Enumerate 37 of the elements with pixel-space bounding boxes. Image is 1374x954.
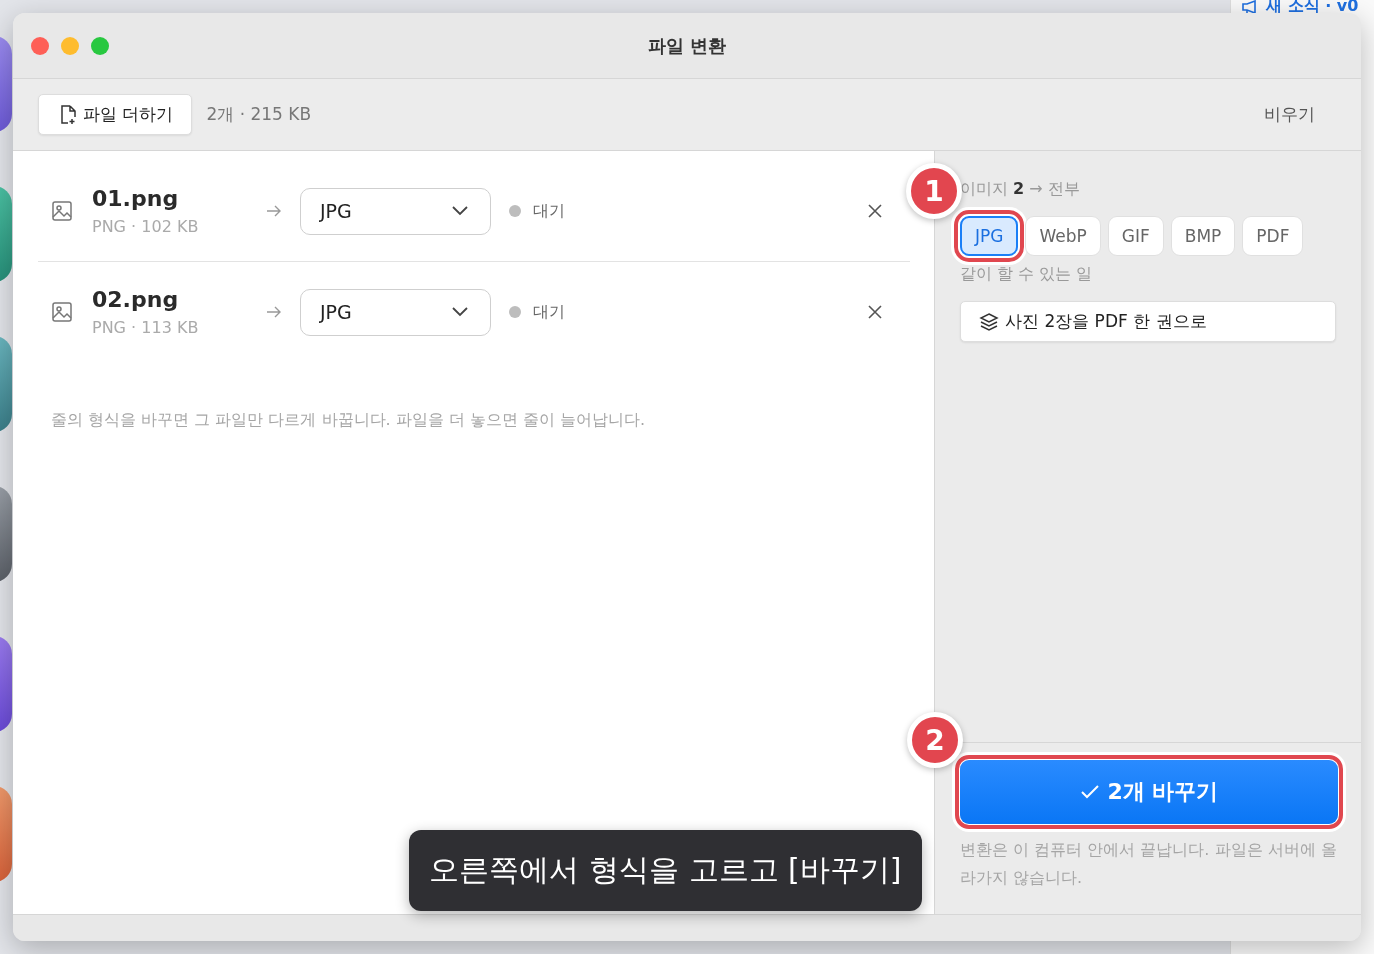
close-icon[interactable]	[866, 303, 884, 321]
add-file-button[interactable]: 파일 더하기	[38, 94, 193, 135]
close-icon[interactable]	[866, 202, 884, 220]
close-window-icon[interactable]	[31, 36, 49, 55]
chevron-down-icon	[452, 307, 468, 317]
status-label: 대기	[533, 200, 565, 222]
maximize-window-icon[interactable]	[91, 36, 109, 55]
file-name: 02.png	[92, 287, 180, 312]
status-label: 대기	[533, 301, 565, 323]
arrow-right-icon	[266, 205, 282, 217]
action-button[interactable]: 사진 2장을 PDF 한 권으로	[960, 301, 1336, 342]
file-add-icon	[59, 104, 77, 125]
format-dropdown[interactable]: JPG	[300, 187, 491, 235]
toast-message: 오른쪽에서 형식을 고르고 [바꾸기]	[409, 830, 922, 911]
format-chip[interactable]: PDF	[1242, 216, 1304, 256]
format-chip[interactable]: WebP	[1025, 216, 1101, 256]
image-icon	[51, 200, 73, 222]
file-name: 01.png	[92, 186, 180, 211]
privacy-note: 변환은 이 컴퓨터 안에서 끝납니다. 파일은 서버에 올라가지 않습니다.	[960, 839, 1338, 889]
clear-button[interactable]: 비우기	[1258, 102, 1321, 127]
section-label: 이미지 2 → 전부	[960, 179, 1081, 200]
format-chip[interactable]: GIF	[1107, 216, 1164, 256]
file-info: PNG · 102 KB	[92, 217, 200, 236]
format-dropdown[interactable]: JPG	[300, 288, 491, 336]
hint-text: 줄의 형식을 바꾸면 그 파일만 다르게 바꿉니다. 파일을 더 놓으면 줄이 늘어납니다.	[51, 410, 647, 431]
status-dot-icon	[509, 306, 521, 318]
layers-icon	[979, 311, 999, 332]
image-icon	[51, 301, 73, 323]
status-dot-icon	[509, 205, 521, 217]
file-summary: 2개 · 215 KB	[206, 103, 312, 126]
chevron-down-icon	[452, 206, 468, 216]
file-info: PNG · 113 KB	[92, 318, 200, 337]
window-title: 파일 변환	[647, 34, 727, 56]
section-label: 같이 할 수 있는 일	[960, 264, 1094, 285]
check-icon	[1079, 784, 1100, 800]
arrow-right-icon	[266, 306, 282, 318]
format-chip[interactable]: BMP	[1170, 216, 1236, 256]
